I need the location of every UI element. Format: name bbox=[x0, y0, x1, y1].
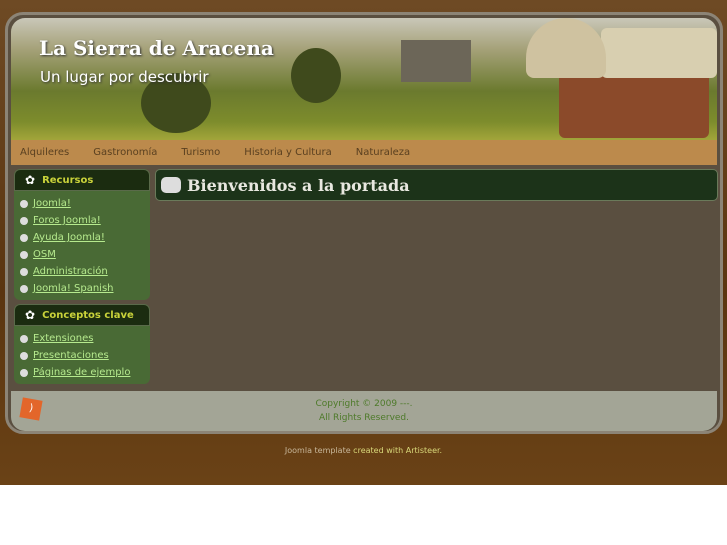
rss-icon[interactable]: ) bbox=[19, 397, 43, 421]
page-credit: Joomla template created with Artisteer. bbox=[0, 446, 727, 455]
link-paginas-ejemplo[interactable]: Páginas de ejemplo bbox=[33, 367, 130, 378]
link-presentaciones[interactable]: Presentaciones bbox=[33, 350, 109, 361]
bullet-icon bbox=[20, 267, 28, 276]
page-sheet: La Sierra de Aracena Un lugar por descub… bbox=[5, 12, 723, 434]
bullet-icon bbox=[20, 250, 28, 259]
flower-icon: ✿ bbox=[25, 308, 36, 322]
credit-text: created with Artisteer. bbox=[350, 446, 443, 455]
link-ayuda[interactable]: Ayuda Joomla! bbox=[33, 232, 105, 243]
bullet-icon bbox=[20, 334, 28, 343]
link-administracion[interactable]: Administración bbox=[33, 266, 108, 277]
block-title: Recursos bbox=[42, 174, 94, 186]
joomla-template-link[interactable]: Joomla template bbox=[285, 446, 351, 455]
copyright-text: Copyright © 2009 ---. bbox=[315, 399, 413, 409]
site-slogan: Un lugar por descubrir bbox=[40, 68, 209, 86]
bullet-icon bbox=[20, 199, 28, 208]
bullet-icon bbox=[20, 368, 28, 377]
link-joomla-spanish[interactable]: Joomla! Spanish bbox=[33, 283, 114, 294]
menu-item-naturaleza[interactable]: Naturaleza bbox=[356, 147, 410, 158]
menu-item-historia[interactable]: Historia y Cultura bbox=[244, 147, 331, 158]
link-osm[interactable]: OSM bbox=[33, 249, 56, 260]
footer: ) Copyright © 2009 ---. All Rights Reser… bbox=[11, 391, 717, 431]
bullet-icon bbox=[20, 351, 28, 360]
bullet-icon bbox=[20, 216, 28, 225]
suitcase-image bbox=[559, 73, 709, 138]
bullet-icon bbox=[20, 284, 28, 293]
site-title: La Sierra de Aracena bbox=[39, 36, 274, 60]
post-header: Bienvenidos a la portada bbox=[155, 169, 718, 201]
link-foros[interactable]: Foros Joomla! bbox=[33, 215, 101, 226]
block-recursos: ✿ Recursos Joomla! Foros Joomla! Ayuda Jo… bbox=[14, 169, 150, 300]
menu-item-alquileres[interactable]: Alquileres bbox=[20, 147, 69, 158]
tree-image bbox=[291, 48, 341, 103]
suitcase-image bbox=[601, 28, 717, 78]
bullet-icon bbox=[20, 233, 28, 242]
link-extensiones[interactable]: Extensiones bbox=[33, 333, 93, 344]
post-title: Bienvenidos a la portada bbox=[187, 175, 410, 195]
rights-text: All Rights Reserved. bbox=[318, 413, 410, 423]
speech-bubble-icon bbox=[161, 177, 181, 193]
header: La Sierra de Aracena Un lugar por descub… bbox=[11, 18, 717, 140]
hat-image bbox=[526, 18, 606, 78]
house-image bbox=[401, 40, 471, 82]
menu-item-turismo[interactable]: Turismo bbox=[181, 147, 220, 158]
main-menu: Alquileres Gastronomía Turismo Historia … bbox=[11, 140, 717, 165]
link-joomla[interactable]: Joomla! bbox=[33, 198, 71, 209]
flower-icon: ✿ bbox=[25, 173, 36, 187]
block-title: Conceptos clave bbox=[42, 309, 134, 321]
menu-item-gastronomia[interactable]: Gastronomía bbox=[93, 147, 157, 158]
block-conceptos: ✿ Conceptos clave Extensiones Presentacio… bbox=[14, 304, 150, 384]
